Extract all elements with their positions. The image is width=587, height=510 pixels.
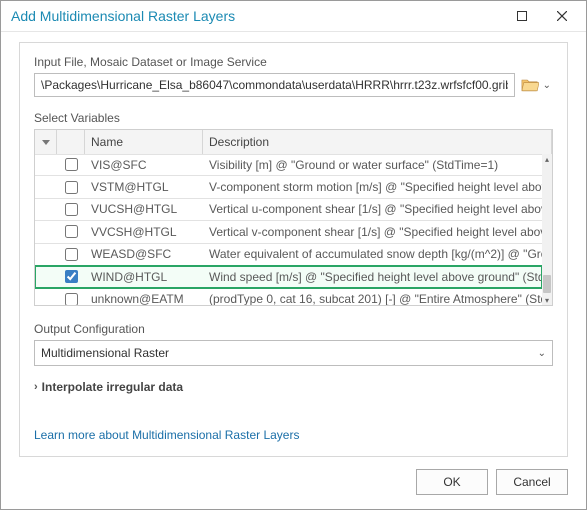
row-checkbox-cell xyxy=(57,266,85,287)
titlebar: Add Multidimensional Raster Layers xyxy=(1,1,586,32)
scroll-down-button[interactable]: ▾ xyxy=(542,295,552,305)
chevron-up-icon: ▴ xyxy=(545,155,549,164)
maximize-button[interactable] xyxy=(502,2,542,30)
cancel-button[interactable]: Cancel xyxy=(496,469,568,495)
interpolate-expander[interactable]: › Interpolate irregular data xyxy=(34,380,553,394)
row-name: WEASD@SFC xyxy=(85,244,203,265)
row-checkbox-cell xyxy=(57,176,85,197)
row-description: Water equivalent of accumulated snow dep… xyxy=(203,244,542,265)
output-label: Output Configuration xyxy=(34,322,553,336)
row-handle xyxy=(35,176,57,197)
dialog-body: Input File, Mosaic Dataset or Image Serv… xyxy=(1,32,586,457)
row-name: unknown@EATM xyxy=(85,288,203,305)
table-row[interactable]: WIND@HTGLWind speed [m/s] @ "Specified h… xyxy=(35,266,542,288)
triangle-down-icon xyxy=(42,140,50,145)
row-description: Wind speed [m/s] @ "Specified height lev… xyxy=(203,266,542,287)
table-row[interactable]: WEASD@SFCWater equivalent of accumulated… xyxy=(35,244,542,266)
row-checkbox[interactable] xyxy=(65,203,78,216)
table-row[interactable]: VIS@SFCVisibility [m] @ "Ground or water… xyxy=(35,154,542,176)
header-row-selector[interactable] xyxy=(35,130,57,154)
output-config-value: Multidimensional Raster xyxy=(41,346,169,360)
row-description: Vertical v-component shear [1/s] @ "Spec… xyxy=(203,221,542,242)
header-checkbox-col xyxy=(57,130,85,154)
dialog-window: Add Multidimensional Raster Layers Input… xyxy=(0,0,587,510)
expander-label: Interpolate irregular data xyxy=(42,380,183,394)
row-handle xyxy=(35,266,57,287)
row-checkbox[interactable] xyxy=(65,293,78,305)
row-checkbox-cell xyxy=(57,154,85,175)
row-checkbox-cell xyxy=(57,244,85,265)
row-name: VVCSH@HTGL xyxy=(85,221,203,242)
row-checkbox-cell xyxy=(57,288,85,305)
dialog-footer: OK Cancel xyxy=(1,457,586,509)
table-row[interactable]: unknown@EATM(prodType 0, cat 16, subcat … xyxy=(35,288,542,305)
row-name: WIND@HTGL xyxy=(85,266,203,287)
row-description: V-component storm motion [m/s] @ "Specif… xyxy=(203,176,542,197)
row-checkbox[interactable] xyxy=(65,225,78,238)
row-name: VIS@SFC xyxy=(85,154,203,175)
chevron-down-icon: ⌄ xyxy=(538,348,546,359)
row-name: VUCSH@HTGL xyxy=(85,199,203,220)
row-handle xyxy=(35,154,57,175)
row-description: Vertical u-component shear [1/s] @ "Spec… xyxy=(203,199,542,220)
row-name: VSTM@HTGL xyxy=(85,176,203,197)
input-options-button[interactable]: ⌄ xyxy=(541,78,553,93)
maximize-icon xyxy=(517,11,527,21)
input-row: ⌄ xyxy=(34,73,553,97)
inner-panel: Input File, Mosaic Dataset or Image Serv… xyxy=(19,42,568,457)
row-checkbox[interactable] xyxy=(65,248,78,261)
browse-button[interactable] xyxy=(521,77,539,93)
row-checkbox[interactable] xyxy=(65,158,78,171)
row-checkbox-cell xyxy=(57,199,85,220)
table-row[interactable]: VVCSH@HTGLVertical v-component shear [1/… xyxy=(35,221,542,243)
table-rows: VIS@SFCVisibility [m] @ "Ground or water… xyxy=(35,154,542,305)
row-checkbox[interactable] xyxy=(65,181,78,194)
chevron-right-icon: › xyxy=(34,381,38,393)
output-config-select[interactable]: Multidimensional Raster ⌄ xyxy=(34,340,553,366)
chevron-down-icon: ▾ xyxy=(545,296,549,305)
row-handle xyxy=(35,199,57,220)
table-row[interactable]: VSTM@HTGLV-component storm motion [m/s] … xyxy=(35,176,542,198)
header-description[interactable]: Description xyxy=(203,130,552,154)
row-description: Visibility [m] @ "Ground or water surfac… xyxy=(203,154,542,175)
close-button[interactable] xyxy=(542,2,582,30)
variables-table: Name Description VIS@SFCVisibility [m] @… xyxy=(34,129,553,306)
scroll-track[interactable] xyxy=(542,164,552,295)
row-checkbox[interactable] xyxy=(65,270,78,283)
close-icon xyxy=(557,11,567,21)
folder-icon xyxy=(521,77,539,92)
ok-button[interactable]: OK xyxy=(416,469,488,495)
row-handle xyxy=(35,244,57,265)
scroll-thumb[interactable] xyxy=(543,275,551,293)
header-name[interactable]: Name xyxy=(85,130,203,154)
scroll-up-button[interactable]: ▴ xyxy=(542,154,552,164)
row-checkbox-cell xyxy=(57,221,85,242)
table-header: Name Description xyxy=(35,130,552,155)
table-row[interactable]: VUCSH@HTGLVertical u-component shear [1/… xyxy=(35,199,542,221)
input-label: Input File, Mosaic Dataset or Image Serv… xyxy=(34,55,553,69)
row-description: (prodType 0, cat 16, subcat 201) [-] @ "… xyxy=(203,288,542,305)
chevron-down-icon: ⌄ xyxy=(543,80,551,91)
learn-more-link[interactable]: Learn more about Multidimensional Raster… xyxy=(34,428,553,442)
input-path-field[interactable] xyxy=(34,73,515,97)
row-handle xyxy=(35,288,57,305)
variables-label: Select Variables xyxy=(34,111,553,125)
vertical-scrollbar[interactable]: ▴ ▾ xyxy=(542,154,552,305)
row-handle xyxy=(35,221,57,242)
window-title: Add Multidimensional Raster Layers xyxy=(11,8,502,24)
